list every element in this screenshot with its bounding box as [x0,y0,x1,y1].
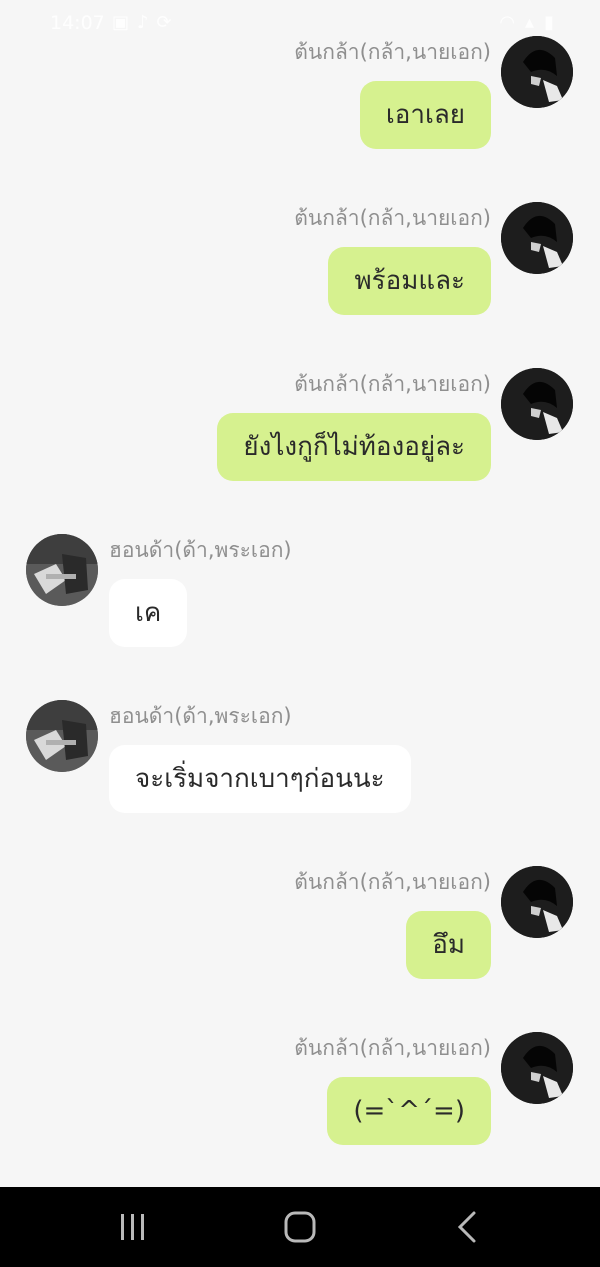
signal-icon: ▴ [525,12,535,33]
outgoing-message-bubble[interactable]: เอาเลย [359,81,491,149]
avatar[interactable] [26,534,98,606]
sender-name: ฮอนด้า(ด้า,พระเอก) [109,538,292,562]
incoming-message-bubble[interactable]: จะเริ่มจากเบาๆก่อนนะ [109,745,411,813]
sender-name: ต้นกล้า(กล้า,นายเอก) [294,870,491,894]
sync-icon: ⟳ [156,12,172,33]
navigation-bar [0,1187,600,1267]
status-bar: 14:07 ▣ ♪ ⟳ ◠ ▴ ▮ [0,0,600,46]
avatar-photo [26,700,98,772]
back-icon[interactable] [448,1209,488,1245]
avatar[interactable] [501,202,573,274]
outgoing-message-bubble[interactable]: พร้อมและ [328,247,491,315]
sender-name: ต้นกล้า(กล้า,นายเอก) [294,372,491,396]
status-notification-icons: ▣ ♪ ⟳ [112,12,172,33]
sender-name: ต้นกล้า(กล้า,นายเอก) [294,1036,491,1060]
avatar-photo [501,368,573,440]
avatar[interactable] [501,36,573,108]
outgoing-message-bubble[interactable]: (=`^´=) [327,1077,491,1145]
status-system-icons: ◠ ▴ ▮ [499,12,554,33]
sender-name: ฮอนด้า(ด้า,พระเอก) [109,704,292,728]
avatar-photo [501,202,573,274]
wifi-icon: ◠ [499,12,516,33]
avatar[interactable] [26,700,98,772]
avatar-photo [501,1032,573,1104]
battery-icon: ▮ [544,12,554,33]
avatar[interactable] [501,866,573,938]
outgoing-message-bubble[interactable]: ยังไงกูก็ไม่ท้องอยู่ละ [217,413,491,481]
incoming-message-bubble[interactable]: เค [109,579,188,647]
image-icon: ▣ [112,12,130,33]
outgoing-message-bubble[interactable]: อึม [406,911,491,979]
chat-thread: ต้นกล้า(กล้า,นายเอก) เอาเลย ต้นกล้า(กล้า… [0,0,600,1187]
avatar-photo [501,36,573,108]
recent-apps-icon[interactable] [113,1209,153,1245]
avatar-photo [26,534,98,606]
avatar[interactable] [501,368,573,440]
status-time: 14:07 [50,12,105,34]
tiktok-icon: ♪ [137,12,149,33]
avatar-photo [501,866,573,938]
sender-name: ต้นกล้า(กล้า,นายเอก) [294,206,491,230]
home-icon[interactable] [280,1209,320,1245]
avatar[interactable] [501,1032,573,1104]
